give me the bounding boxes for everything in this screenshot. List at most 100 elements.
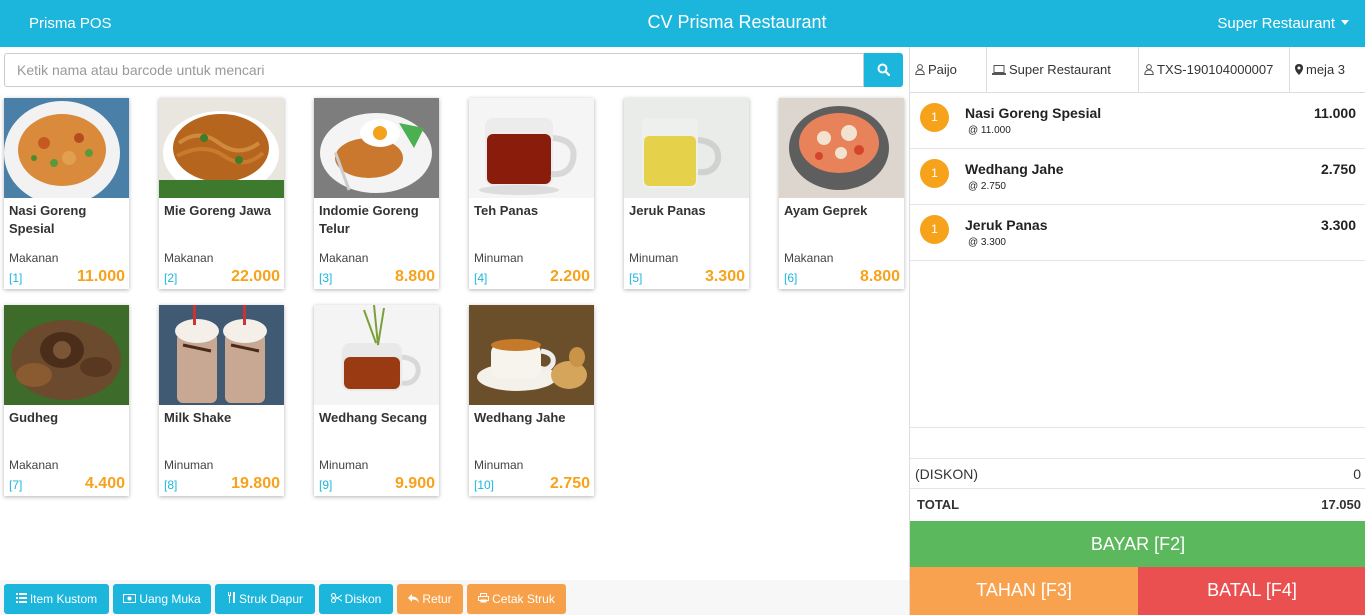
product-image [624,98,749,198]
product-card[interactable]: Indomie Goreng Telur Makanan [3] 8.800 [314,98,439,289]
product-card[interactable]: Milk Shake Minuman [8] 19.800 [159,305,284,496]
product-category: Makanan [9,251,59,265]
product-price: 3.300 [704,268,745,285]
transaction-info-bar: Paijo Super Restaurant TXS-190104000007 … [910,47,1365,93]
product-price: 22.000 [231,268,280,285]
table-number: meja 3 [1306,62,1346,77]
product-category: Minuman [474,458,524,472]
struk-dapur-label: Struk Dapur [238,592,304,606]
quantity-badge[interactable]: 1 [920,159,949,188]
transaction-number: TXS-190104000007 [1157,62,1274,77]
order-item-unit-price: @ 3.300 [968,237,1006,248]
product-image [159,305,284,405]
hold-button[interactable]: TAHAN [F3] [910,567,1138,615]
order-item-total: 2.750 [1320,161,1356,177]
product-category: Makanan [319,251,369,265]
product-code: [9] [319,478,333,492]
product-card[interactable]: Teh Panas Minuman [4] 2.200 [469,98,594,289]
print-icon [478,584,490,614]
order-item-total: 11.000 [1313,105,1356,121]
product-category: Makanan [9,458,59,472]
scissors-icon [330,584,342,614]
transaction-info: TXS-190104000007 [1139,47,1290,93]
item-kustom-label: Item Kustom [29,592,98,606]
product-code: [1] [9,271,23,285]
product-image [314,305,439,405]
product-price: 4.400 [84,475,125,492]
product-category: Minuman [474,251,524,265]
table-info[interactable]: meja 3 [1290,47,1365,93]
search-icon [877,63,890,76]
product-code: [10] [474,478,495,492]
product-card[interactable]: Wedhang Jahe Minuman [10] 2.750 [469,305,594,496]
order-item-name: Wedhang Jahe [965,161,1064,177]
cutlery-icon [227,584,236,614]
product-category: Minuman [319,458,369,472]
product-price: 11.000 [76,268,125,285]
order-item[interactable]: 1 Jeruk Panas @ 3.300 3.300 [910,205,1365,261]
order-item[interactable]: 1 Wedhang Jahe @ 2.750 2.750 [910,149,1365,205]
order-item[interactable]: 1 Nasi Goreng Spesial @ 11.000 11.000 [910,93,1365,149]
item-kustom-button[interactable]: Item Kustom [4,584,109,614]
discount-label: (DISKON) [915,466,978,482]
product-image [4,305,129,405]
diskon-label: Diskon [344,592,382,606]
page-title: CV Prisma Restaurant [647,12,827,32]
product-name: Wedhang Secang [319,410,428,425]
diskon-button[interactable]: Diskon [319,584,393,614]
product-price: 19.800 [231,475,280,492]
product-card[interactable]: Mie Goreng Jawa Makanan [2] 22.000 [159,98,284,289]
product-price: 2.200 [549,268,590,285]
cashier-name: Paijo [928,62,957,77]
product-code: [8] [164,478,178,492]
caret-down-icon [1341,20,1349,25]
retur-button[interactable]: Retur [397,584,463,614]
product-card[interactable]: Jeruk Panas Minuman [5] 3.300 [624,98,749,289]
product-category: Makanan [164,251,214,265]
product-name: Teh Panas [474,203,539,218]
product-name: Indomie Goreng Telur [319,203,419,236]
quantity-badge[interactable]: 1 [920,103,949,132]
product-image [469,305,594,405]
product-card[interactable]: Ayam Geprek Makanan [6] 8.800 [779,98,904,289]
cetak-struk-label: Cetak Struk [492,592,555,606]
product-image [4,98,129,198]
cetak-struk-button[interactable]: Cetak Struk [467,584,566,614]
product-image [469,98,594,198]
product-card[interactable]: Wedhang Secang Minuman [9] 9.900 [314,305,439,496]
product-code: [5] [629,271,643,285]
total-value: 17.050 [1321,497,1361,512]
product-card[interactable]: Gudheg Makanan [7] 4.400 [4,305,129,496]
retur-label: Retur [422,592,452,606]
pay-button[interactable]: BAYAR [F2] [910,521,1365,567]
divider [910,427,1365,428]
user-menu-dropdown[interactable]: Super Restaurant [1217,15,1349,32]
product-price: 8.800 [859,268,900,285]
outlet-name: Super Restaurant [1009,62,1111,77]
discount-row[interactable]: (DISKON) 0 [910,458,1365,489]
product-category: Minuman [164,458,214,472]
product-name: Jeruk Panas [629,203,706,218]
search-button[interactable] [864,53,903,87]
quantity-badge[interactable]: 1 [920,215,949,244]
uang-muka-button[interactable]: Uang Muka [113,584,211,614]
product-card[interactable]: Nasi Goreng Spesial Makanan [1] 11.000 [4,98,129,289]
product-image [159,98,284,198]
struk-dapur-button[interactable]: Struk Dapur [215,584,315,614]
product-image [779,98,904,198]
order-panel: Paijo Super Restaurant TXS-190104000007 … [909,47,1365,615]
product-price: 9.900 [394,475,435,492]
product-name: Milk Shake [164,410,232,425]
cancel-button[interactable]: BATAL [F4] [1138,567,1365,615]
money-icon [123,584,137,614]
product-code: [6] [784,271,798,285]
list-icon [15,584,27,614]
uang-muka-label: Uang Muka [139,592,201,606]
total-row: TOTAL 17.050 [910,490,1365,520]
order-item-name: Jeruk Panas [965,217,1048,233]
product-image [314,98,439,198]
product-category: Makanan [784,251,834,265]
top-navbar: Prisma POS CV Prisma Restaurant Super Re… [0,0,1365,47]
reply-icon [408,584,420,614]
search-input[interactable] [4,53,864,87]
